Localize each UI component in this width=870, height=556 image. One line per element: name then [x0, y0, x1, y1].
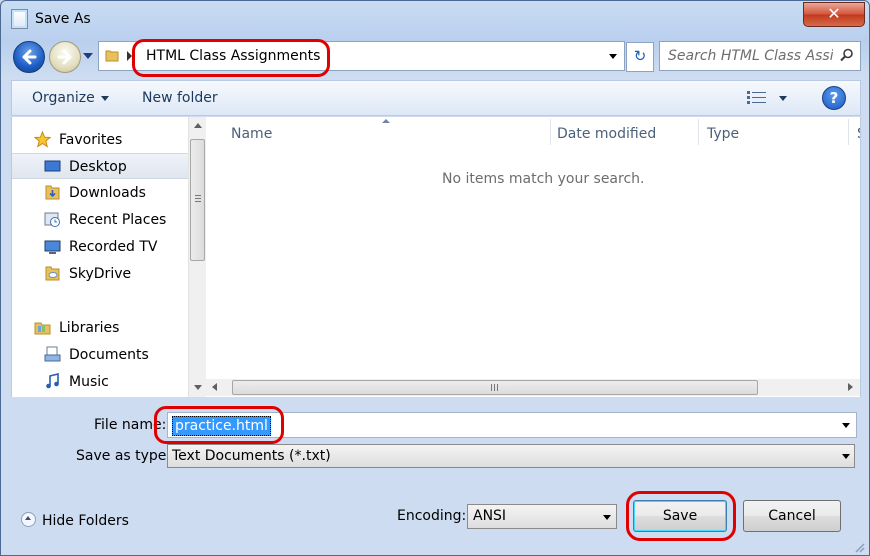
sidebar-item-label: Downloads [69, 185, 146, 201]
breadcrumb-current-folder[interactable]: HTML Class Assignments [146, 48, 320, 64]
libraries-icon [34, 322, 51, 335]
notepad-icon [11, 9, 28, 29]
sidebar-item-label: Favorites [59, 132, 123, 148]
sidebar-item-libraries[interactable]: Libraries [12, 315, 189, 341]
close-button[interactable]: ✕ [803, 2, 865, 27]
grip-icon [491, 384, 492, 391]
resize-grip-icon[interactable] [853, 541, 865, 553]
column-header-type[interactable]: Type [699, 117, 849, 149]
recorded-tv-icon [44, 240, 61, 254]
file-list[interactable]: Name Date modified Type S No items match… [206, 117, 861, 397]
encoding-label: Encoding: [397, 508, 467, 524]
save-as-dialog: Save As ✕ HTML Class Assignments ↻ Searc… [0, 0, 870, 556]
file-list-horizontal-scrollbar[interactable] [206, 379, 860, 396]
grip-icon [195, 195, 201, 196]
address-bar[interactable]: HTML Class Assignments [98, 41, 625, 71]
scroll-up-arrow-icon[interactable] [194, 123, 202, 128]
organize-menu[interactable]: Organize [32, 90, 109, 106]
sidebar-item-label: Libraries [59, 320, 120, 336]
column-header-size[interactable]: S [849, 117, 860, 149]
encoding-select[interactable]: ANSI [467, 504, 617, 529]
music-icon [46, 373, 59, 389]
search-placeholder[interactable]: Search HTML Class Assi... [668, 48, 833, 64]
column-header-label: Type [707, 126, 740, 142]
column-header-label: S [857, 126, 860, 142]
refresh-button[interactable]: ↻ [626, 42, 654, 72]
scroll-down-arrow-icon[interactable] [194, 385, 202, 390]
column-header-date-modified[interactable]: Date modified [551, 117, 699, 149]
change-view-icon[interactable] [747, 91, 767, 105]
cancel-button[interactable]: Cancel [743, 500, 841, 532]
save-as-type-label: Save as type: [76, 448, 172, 464]
sidebar-item-music[interactable]: Music [12, 369, 189, 395]
navigation-bar: HTML Class Assignments ↻ Search HTML Cla… [1, 37, 869, 77]
sidebar-item-favorites[interactable]: Favorites [12, 127, 189, 153]
title-bar[interactable]: Save As ✕ [1, 1, 869, 37]
organize-label: Organize [32, 90, 95, 106]
navigation-pane-scrollbar[interactable] [188, 117, 206, 397]
encoding-value: ANSI [473, 508, 507, 524]
desktop-icon [44, 160, 61, 172]
chevron-down-icon [100, 95, 109, 101]
sort-ascending-icon [382, 119, 390, 123]
documents-icon [44, 346, 61, 362]
file-name-field[interactable]: practice.html [167, 412, 857, 438]
file-name-dropdown-arrow[interactable] [842, 423, 850, 428]
folder-icon [105, 50, 119, 62]
sidebar-item-downloads[interactable]: Downloads [12, 180, 189, 206]
sidebar-item-desktop[interactable]: Desktop [12, 153, 189, 179]
sidebar-item-label: Recent Places [69, 212, 167, 228]
skydrive-folder-icon [45, 266, 60, 281]
window-title: Save As [35, 11, 91, 27]
sidebar-item-label: Desktop [69, 159, 127, 175]
sidebar-item-documents[interactable]: Documents [12, 342, 189, 368]
chevron-down-icon [603, 515, 611, 520]
hide-folders-button[interactable]: Hide Folders [21, 512, 129, 529]
star-icon [34, 131, 51, 148]
search-box[interactable]: Search HTML Class Assi... [659, 41, 861, 71]
file-name-selected-text[interactable]: practice.html [172, 416, 271, 436]
sidebar-item-label: Music [69, 374, 109, 390]
column-header-name[interactable]: Name [206, 117, 551, 149]
chevron-down-icon [842, 454, 850, 459]
help-icon[interactable]: ? [822, 86, 846, 110]
column-header-label: Name [231, 126, 273, 142]
save-button[interactable]: Save [633, 500, 727, 532]
save-as-type-value: Text Documents (*.txt) [172, 448, 331, 464]
scrollbar-thumb[interactable] [232, 380, 758, 395]
sidebar-item-label: SkyDrive [69, 266, 132, 282]
column-header-label: Date modified [557, 126, 657, 142]
scrollbar-thumb[interactable] [190, 139, 205, 261]
sidebar-item-skydrive[interactable]: SkyDrive [12, 261, 189, 287]
collapse-up-icon [21, 512, 36, 527]
breadcrumb-chevron-icon[interactable] [127, 51, 132, 61]
search-icon[interactable] [840, 48, 854, 62]
downloads-folder-icon [45, 185, 60, 200]
view-options-dropdown[interactable] [779, 96, 787, 101]
recent-places-icon [44, 212, 60, 227]
recent-pages-dropdown[interactable] [83, 53, 93, 59]
forward-button[interactable] [49, 41, 81, 73]
sidebar-item-recorded-tv[interactable]: Recorded TV [12, 234, 189, 260]
hide-folders-label: Hide Folders [42, 513, 129, 529]
sidebar-item-recent-places[interactable]: Recent Places [12, 207, 189, 233]
scroll-left-arrow-icon[interactable] [212, 383, 217, 391]
new-folder-button[interactable]: New folder [142, 90, 218, 106]
command-toolbar: Organize New folder ? [11, 80, 861, 116]
forward-arrow-icon [57, 49, 72, 65]
back-button[interactable] [13, 41, 45, 73]
back-arrow-icon [22, 49, 37, 65]
save-as-type-select[interactable]: Text Documents (*.txt) [167, 444, 855, 468]
empty-list-message: No items match your search. [442, 171, 645, 187]
navigation-pane: Favorites Desktop Downloads Recent Place… [11, 117, 189, 397]
sidebar-item-label: Recorded TV [69, 239, 158, 255]
scroll-right-arrow-icon[interactable] [848, 383, 853, 391]
address-dropdown-arrow[interactable] [609, 54, 617, 59]
sidebar-item-label: Documents [69, 347, 149, 363]
file-name-label: File name: [94, 417, 167, 433]
